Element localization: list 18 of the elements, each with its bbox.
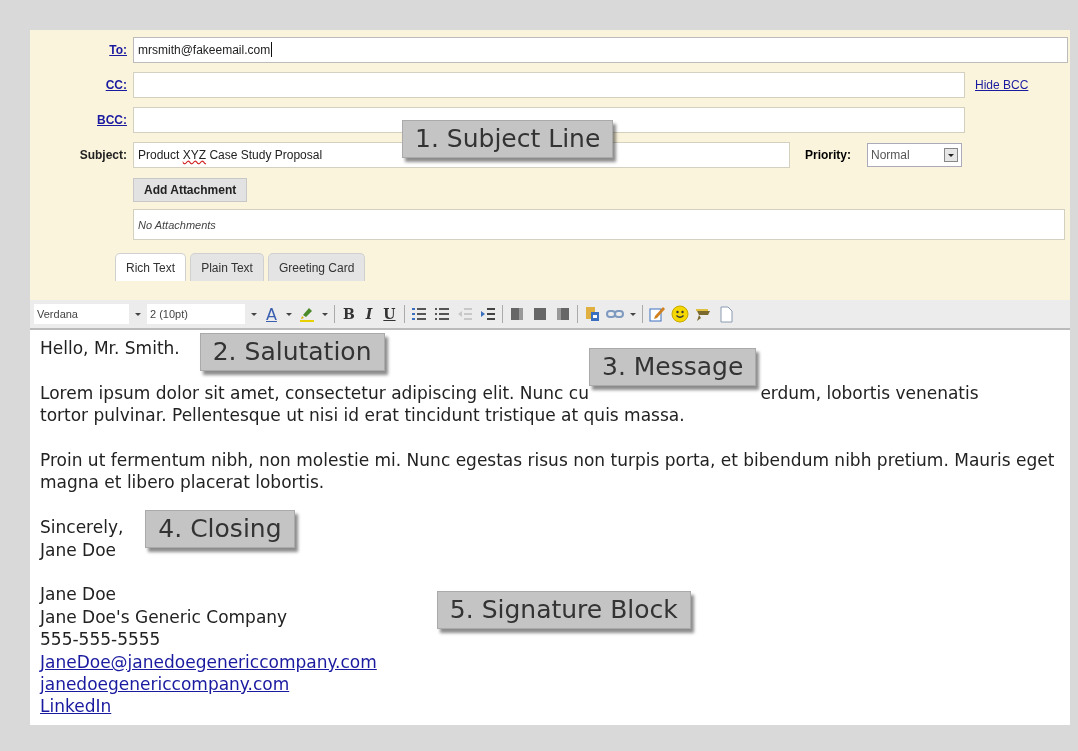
signature-text: Jane Doe xyxy=(40,583,118,606)
priority-label: Priority: xyxy=(805,147,852,162)
callout-tooltip: 1. Subject Line xyxy=(402,120,614,158)
attachments-field: No Attachments xyxy=(133,209,1065,240)
message-text: tortor pulvinar. Pellentesque ut nisi id erat tincidunt tristique at quis massa. xyxy=(40,404,686,427)
callout-label: 5. Signature Block xyxy=(436,591,691,630)
signature-text: Jane Doe's Generic Company xyxy=(40,605,289,629)
greeting-text: Hello, Mr. Smith. xyxy=(40,337,180,360)
subject-label: Subject: xyxy=(78,147,128,162)
callout-label: 2. Salutation xyxy=(199,333,385,371)
callout-label: 3. Message xyxy=(589,347,757,386)
message-text: Lorem ipsum dolor sit amet, consectetur adipiscing elit. Nunc cu xyxy=(40,381,589,405)
closing-text: Jane Doe xyxy=(40,538,118,561)
signature-text: 555-555-5555 xyxy=(40,628,162,651)
closing-text: Sincerely, xyxy=(40,516,124,539)
message-text: erdum, lobortis venenatis xyxy=(760,381,979,405)
callout-label: 4. Closing xyxy=(145,510,295,549)
message-paragraph: Proin ut fermentum nibh, non molestie mi. Nunc egestas risus non turpis porta, et bibendum nibh pretium. Mauris eget magna et libero placerat lobortis. xyxy=(40,449,1056,494)
